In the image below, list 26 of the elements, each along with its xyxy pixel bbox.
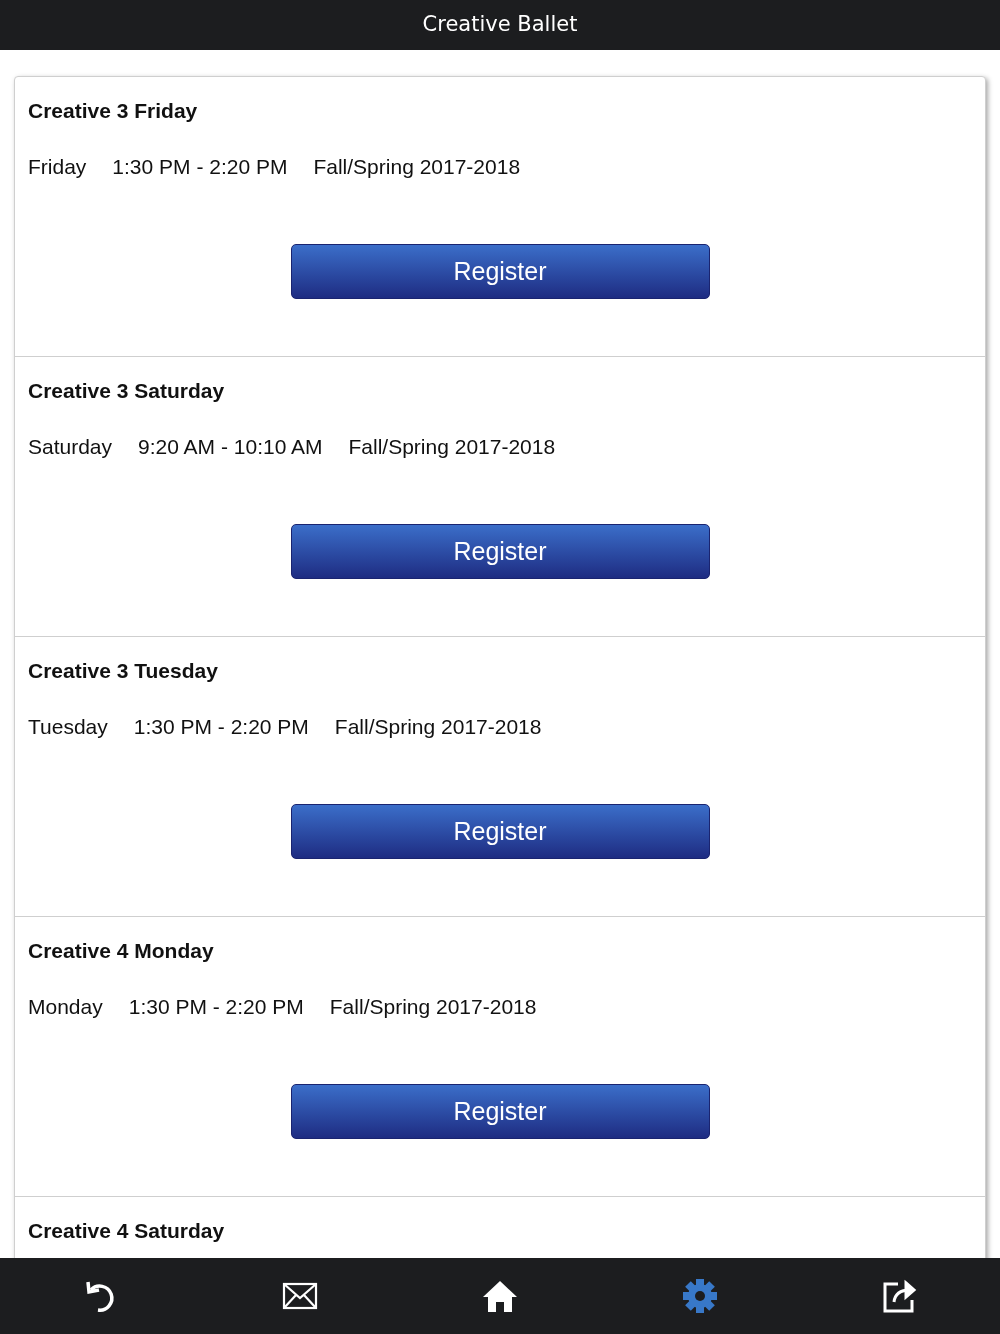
share-icon[interactable]: [882, 1278, 918, 1314]
class-title: Creative 3 Tuesday: [28, 658, 218, 684]
gear-icon[interactable]: [682, 1278, 718, 1314]
class-title: Creative 4 Monday: [28, 938, 214, 964]
class-term: Fall/Spring 2017-2018: [313, 153, 521, 180]
class-day: Friday: [28, 150, 87, 182]
class-term: Fall/Spring 2017-2018: [334, 713, 542, 740]
class-title: Creative 3 Saturday: [28, 378, 225, 404]
register-button[interactable]: Register: [290, 244, 710, 299]
class-time: 9:20 AM - 10:10 AM: [138, 433, 323, 460]
class-time: 1:30 PM - 2:20 PM: [112, 153, 288, 180]
register-button[interactable]: Register: [290, 1084, 710, 1139]
home-icon[interactable]: [482, 1279, 518, 1313]
class-term: Fall/Spring 2017-2018: [329, 993, 537, 1020]
class-day: Tuesday: [28, 710, 108, 742]
class-term: Fall/Spring 2017-2018: [348, 433, 556, 460]
class-title: Creative 3 Friday: [28, 98, 198, 124]
class-day: Saturday: [28, 430, 113, 462]
class-day: Monday: [28, 990, 103, 1022]
class-time: 1:30 PM - 2:20 PM: [128, 993, 304, 1020]
register-button[interactable]: Register: [290, 804, 710, 859]
class-title: Creative 4 Saturday: [28, 1218, 225, 1244]
page-title: Creative Ballet: [422, 11, 578, 39]
class-time: 1:30 PM - 2:20 PM: [133, 713, 309, 740]
envelope-icon[interactable]: [282, 1282, 318, 1310]
register-button[interactable]: Register: [290, 524, 710, 579]
